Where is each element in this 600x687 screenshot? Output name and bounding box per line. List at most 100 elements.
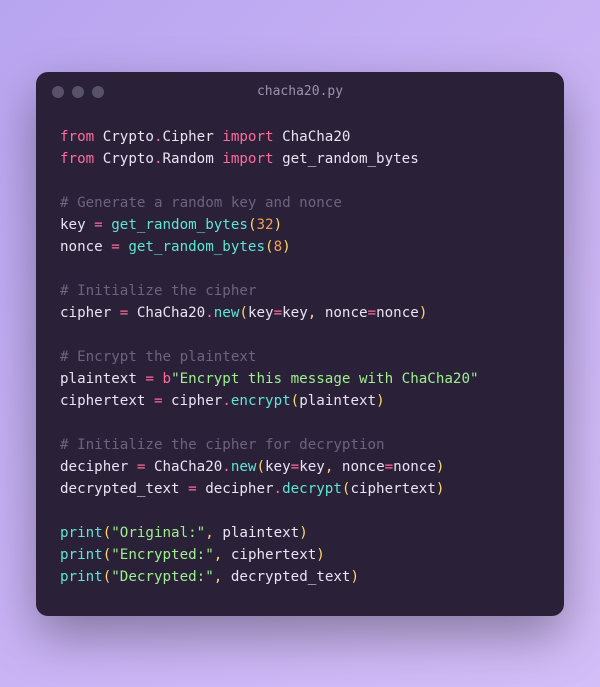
token-pn: ( — [103, 525, 112, 541]
token-op: . — [222, 393, 231, 409]
token-pn: ) — [316, 547, 325, 563]
token-op: = — [154, 393, 163, 409]
token-pn: ( — [256, 459, 265, 475]
token-pn: , — [325, 459, 342, 475]
token-id: ChaCha20 — [145, 459, 222, 475]
token-pn: ) — [436, 481, 445, 497]
token-fn: new — [214, 305, 240, 321]
code-line: decrypted_text = decipher.decrypt(cipher… — [60, 478, 540, 500]
code-line: # Initialize the cipher — [60, 280, 540, 302]
token-kw: import — [222, 151, 273, 167]
token-op: = — [385, 459, 394, 475]
token-id: key — [299, 459, 325, 475]
token-id: decrypted_text — [60, 481, 188, 497]
token-str: "Encrypted:" — [111, 547, 214, 563]
token-op: . — [205, 305, 214, 321]
token-id: get_random_bytes — [274, 151, 419, 167]
token-pn: ( — [103, 569, 112, 585]
token-fn: encrypt — [231, 393, 291, 409]
token-id: Random — [163, 151, 223, 167]
token-id: nonce — [325, 305, 368, 321]
code-line: cipher = ChaCha20.new(key=key, nonce=non… — [60, 302, 540, 324]
token-id: plaintext — [222, 525, 299, 541]
token-pn: ) — [282, 239, 291, 255]
token-pn: , — [205, 525, 222, 541]
maximize-icon[interactable] — [92, 86, 104, 98]
token-pn: ) — [376, 393, 385, 409]
code-line: ciphertext = cipher.encrypt(plaintext) — [60, 390, 540, 412]
token-pn: ) — [274, 217, 283, 233]
token-str: "Decrypted:" — [111, 569, 214, 585]
token-id: decipher — [197, 481, 274, 497]
code-line — [60, 412, 540, 434]
token-num: 32 — [256, 217, 273, 233]
code-line: key = get_random_bytes(32) — [60, 214, 540, 236]
code-line: from Crypto.Random import get_random_byt… — [60, 148, 540, 170]
token-pn: , — [214, 547, 231, 563]
token-fn: get_random_bytes — [128, 239, 265, 255]
token-num: 8 — [274, 239, 283, 255]
code-line: decipher = ChaCha20.new(key=key, nonce=n… — [60, 456, 540, 478]
token-id: plaintext — [60, 371, 145, 387]
token-cm: # Initialize the cipher — [60, 283, 256, 299]
token-id: Cipher — [163, 129, 223, 145]
close-icon[interactable] — [52, 86, 64, 98]
token-op: = — [291, 459, 300, 475]
code-line: nonce = get_random_bytes(8) — [60, 236, 540, 258]
token-id: plaintext — [299, 393, 376, 409]
token-id: ChaCha20 — [274, 129, 351, 145]
token-fn: print — [60, 525, 103, 541]
token-id: nonce — [342, 459, 385, 475]
code-line: # Initialize the cipher for decryption — [60, 434, 540, 456]
token-id: Crypto — [94, 151, 154, 167]
token-fn: new — [231, 459, 257, 475]
window-title: chacha20.py — [36, 84, 564, 99]
token-fn: print — [60, 569, 103, 585]
token-pn: ) — [419, 305, 428, 321]
code-content: from Crypto.Cipher import ChaCha20from C… — [36, 112, 564, 616]
token-kw: b — [163, 371, 172, 387]
token-op: = — [274, 305, 283, 321]
token-fn: get_random_bytes — [111, 217, 248, 233]
token-pn: ( — [239, 305, 248, 321]
token-id: key — [60, 217, 94, 233]
token-id: nonce — [393, 459, 436, 475]
token-fn: print — [60, 547, 103, 563]
token-kw: from — [60, 129, 94, 145]
code-line: from Crypto.Cipher import ChaCha20 — [60, 126, 540, 148]
token-kw: import — [222, 129, 273, 145]
code-line: plaintext = b"Encrypt this message with … — [60, 368, 540, 390]
code-line: # Encrypt the plaintext — [60, 346, 540, 368]
token-cm: # Encrypt the plaintext — [60, 349, 256, 365]
code-line — [60, 258, 540, 280]
token-cm: # Generate a random key and nonce — [60, 195, 342, 211]
token-str: "Encrypt this message with ChaCha20" — [171, 371, 479, 387]
titlebar: chacha20.py — [36, 72, 564, 112]
token-id: ciphertext — [350, 481, 435, 497]
minimize-icon[interactable] — [72, 86, 84, 98]
token-pn: ( — [265, 239, 274, 255]
token-kw: from — [60, 151, 94, 167]
token-op: . — [274, 481, 283, 497]
code-window: chacha20.py from Crypto.Cipher import Ch… — [36, 72, 564, 616]
token-pn: , — [214, 569, 231, 585]
code-line — [60, 500, 540, 522]
token-id: nonce — [60, 239, 111, 255]
token-id: key — [248, 305, 274, 321]
code-line: print("Decrypted:", decrypted_text) — [60, 566, 540, 588]
token-id — [103, 217, 112, 233]
code-line: # Generate a random key and nonce — [60, 192, 540, 214]
token-pn: ) — [436, 459, 445, 475]
token-id: decrypted_text — [231, 569, 351, 585]
token-op: = — [188, 481, 197, 497]
token-pn: ( — [103, 547, 112, 563]
token-id: key — [282, 305, 308, 321]
token-op: = — [368, 305, 377, 321]
token-op: . — [222, 459, 231, 475]
token-id: ciphertext — [231, 547, 316, 563]
token-id: cipher — [163, 393, 223, 409]
traffic-lights — [52, 86, 104, 98]
token-id: key — [265, 459, 291, 475]
token-pn: , — [308, 305, 325, 321]
token-id — [154, 371, 163, 387]
